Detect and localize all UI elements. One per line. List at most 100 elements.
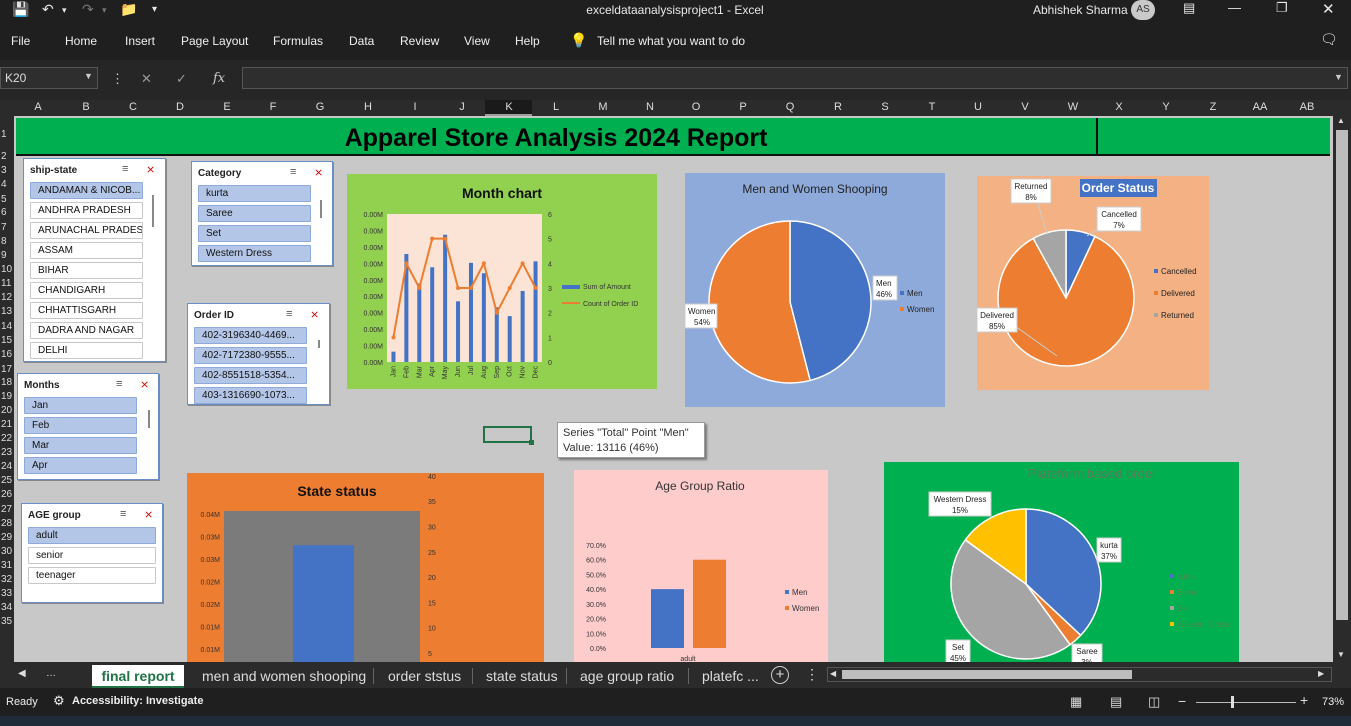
column-header[interactable]: L xyxy=(548,101,564,113)
zoom-slider[interactable] xyxy=(1196,702,1296,703)
avatar[interactable]: AS xyxy=(1131,0,1155,20)
row-header[interactable]: 14 xyxy=(0,321,14,332)
more-options-icon[interactable]: ⋮ xyxy=(111,71,124,87)
platform-chart[interactable]: Plateform based order kurta 37% Western Dre… xyxy=(884,462,1239,662)
formula-input[interactable] xyxy=(242,67,1348,89)
slicer-item[interactable]: 402-7172380-9555... xyxy=(194,347,307,364)
row-header[interactable]: 12 xyxy=(0,292,14,303)
column-header[interactable]: V xyxy=(1017,101,1033,113)
multi-select-icon[interactable]: ≡ xyxy=(290,166,296,178)
menu-help[interactable]: Help xyxy=(515,34,540,48)
column-header[interactable]: Q xyxy=(782,101,798,113)
row-header[interactable]: 31 xyxy=(0,560,14,571)
multi-select-icon[interactable]: ≡ xyxy=(116,378,122,390)
column-header[interactable]: D xyxy=(172,101,188,113)
column-header[interactable]: C xyxy=(125,101,141,113)
menu-file[interactable]: File xyxy=(11,34,30,48)
horizontal-scrollbar[interactable]: ◀ ▶ xyxy=(827,667,1332,682)
slicer-item[interactable]: ANDAMAN & NICOB... xyxy=(30,182,143,199)
ribbon-display-icon[interactable]: ▤ xyxy=(1183,0,1195,16)
chevron-down-icon[interactable]: ▼ xyxy=(84,71,93,81)
slicer-item[interactable]: Feb xyxy=(24,417,137,434)
scroll-thumb[interactable] xyxy=(1336,130,1348,620)
slicer-scrollbar[interactable] xyxy=(318,340,320,348)
row-header[interactable]: 5 xyxy=(0,194,14,205)
slicer-item[interactable]: ANDHRA PRADESH xyxy=(30,202,143,219)
customize-toolbar-icon[interactable]: ▾ xyxy=(152,4,157,15)
page-layout-view-icon[interactable]: ▤ xyxy=(1110,694,1122,710)
tab-platform[interactable]: platefc ... xyxy=(702,665,759,688)
slicer-scrollbar[interactable] xyxy=(148,410,150,428)
page-break-view-icon[interactable]: ◫ xyxy=(1148,694,1160,710)
slicer-ship-state[interactable]: ship-state ≡ ⨯ ANDAMAN & NICOB... ANDHRA… xyxy=(23,158,166,362)
column-header[interactable]: T xyxy=(924,101,940,113)
active-cell[interactable] xyxy=(483,426,534,445)
column-header[interactable]: J xyxy=(454,101,470,113)
column-header[interactable]: S xyxy=(877,101,893,113)
report-banner[interactable]: Apparel Store Analysis 2024 Report xyxy=(16,118,1330,156)
undo-icon[interactable]: ↶ xyxy=(42,1,54,18)
scroll-right-icon[interactable]: ▶ xyxy=(1318,669,1324,678)
close-icon[interactable]: ✕ xyxy=(1322,0,1335,18)
lightbulb-icon[interactable]: 💡 xyxy=(570,32,587,49)
redo-icon[interactable]: ↷ xyxy=(82,1,94,18)
row-header[interactable]: 7 xyxy=(0,222,14,233)
slicer-item[interactable]: ASSAM xyxy=(30,242,143,259)
expand-formula-icon[interactable]: ▼ xyxy=(1334,72,1343,82)
column-header[interactable]: O xyxy=(688,101,704,113)
column-header[interactable]: H xyxy=(360,101,376,113)
clear-filter-icon[interactable]: ⨯ xyxy=(140,378,149,391)
save-icon[interactable]: 💾 xyxy=(12,1,29,18)
row-header[interactable]: 27 xyxy=(0,504,14,515)
slicer-item[interactable]: DELHI xyxy=(30,342,143,359)
slicer-item[interactable]: CHANDIGARH xyxy=(30,282,143,299)
scroll-down-icon[interactable]: ▼ xyxy=(1337,650,1345,659)
minimize-icon[interactable]: — xyxy=(1228,0,1241,15)
fill-handle[interactable] xyxy=(529,440,534,445)
column-header[interactable]: B xyxy=(78,101,94,113)
men-women-chart[interactable]: Men and Women Shooping Men 46% Women 54% Men W… xyxy=(685,173,945,407)
slicer-item[interactable]: ARUNACHAL PRADESH xyxy=(30,222,143,239)
open-folder-icon[interactable]: 📁 xyxy=(120,1,137,18)
tab-prev-icon[interactable]: ◀ xyxy=(18,668,26,679)
zoom-level[interactable]: 73% xyxy=(1322,696,1344,708)
tab-men-women[interactable]: men and women shooping xyxy=(202,665,366,688)
row-header[interactable]: 13 xyxy=(0,306,14,317)
normal-view-icon[interactable]: ▦ xyxy=(1070,694,1082,710)
tell-me-search[interactable]: Tell me what you want to do xyxy=(597,34,745,48)
comments-icon[interactable]: 🗨 xyxy=(1320,31,1338,48)
menu-view[interactable]: View xyxy=(464,34,490,48)
row-header[interactable]: 16 xyxy=(0,349,14,360)
multi-select-icon[interactable]: ≡ xyxy=(122,163,128,175)
column-header[interactable]: Y xyxy=(1158,101,1174,113)
slicer-item[interactable]: senior xyxy=(28,547,156,564)
row-header[interactable]: 18 xyxy=(0,377,14,388)
slicer-item[interactable]: BIHAR xyxy=(30,262,143,279)
slicer-order-id[interactable]: Order ID ≡ ⨯ 402-3196340-4469... 402-717… xyxy=(187,303,330,405)
column-header[interactable]: Z xyxy=(1205,101,1221,113)
zoom-in-icon[interactable]: + xyxy=(1300,692,1308,708)
column-header[interactable]: P xyxy=(735,101,751,113)
row-header[interactable]: 15 xyxy=(0,335,14,346)
row-header[interactable]: 32 xyxy=(0,574,14,585)
column-header[interactable]: X xyxy=(1111,101,1127,113)
row-header[interactable]: 8 xyxy=(0,236,14,247)
month-chart[interactable]: Month chart 0.00M 0.00M 0.00M 0.00M 0.00M 0.00… xyxy=(347,174,657,389)
row-header[interactable]: 11 xyxy=(0,278,14,289)
slicer-item[interactable]: 402-3196340-4469... xyxy=(194,327,307,344)
age-group-chart[interactable]: Age Group Ratio 0.0% 10.0% 20.0% 30.0% 40.0% 5… xyxy=(574,470,828,662)
row-header[interactable]: 22 xyxy=(0,433,14,444)
insert-function-icon[interactable]: fx xyxy=(213,71,225,86)
row-header[interactable]: 28 xyxy=(0,518,14,529)
clear-filter-icon[interactable]: ⨯ xyxy=(146,163,155,176)
row-header[interactable]: 9 xyxy=(0,250,14,261)
column-header[interactable]: R xyxy=(830,101,846,113)
menu-formulas[interactable]: Formulas xyxy=(273,34,323,48)
accessibility-status[interactable]: Accessibility: Investigate xyxy=(72,695,203,707)
slicer-item[interactable]: Apr xyxy=(24,457,137,474)
clear-filter-icon[interactable]: ⨯ xyxy=(144,508,153,521)
user-name[interactable]: Abhishek Sharma xyxy=(1033,3,1128,17)
column-header[interactable]: F xyxy=(265,101,281,113)
column-header[interactable]: AA xyxy=(1252,101,1268,113)
slicer-scrollbar[interactable] xyxy=(320,200,322,218)
